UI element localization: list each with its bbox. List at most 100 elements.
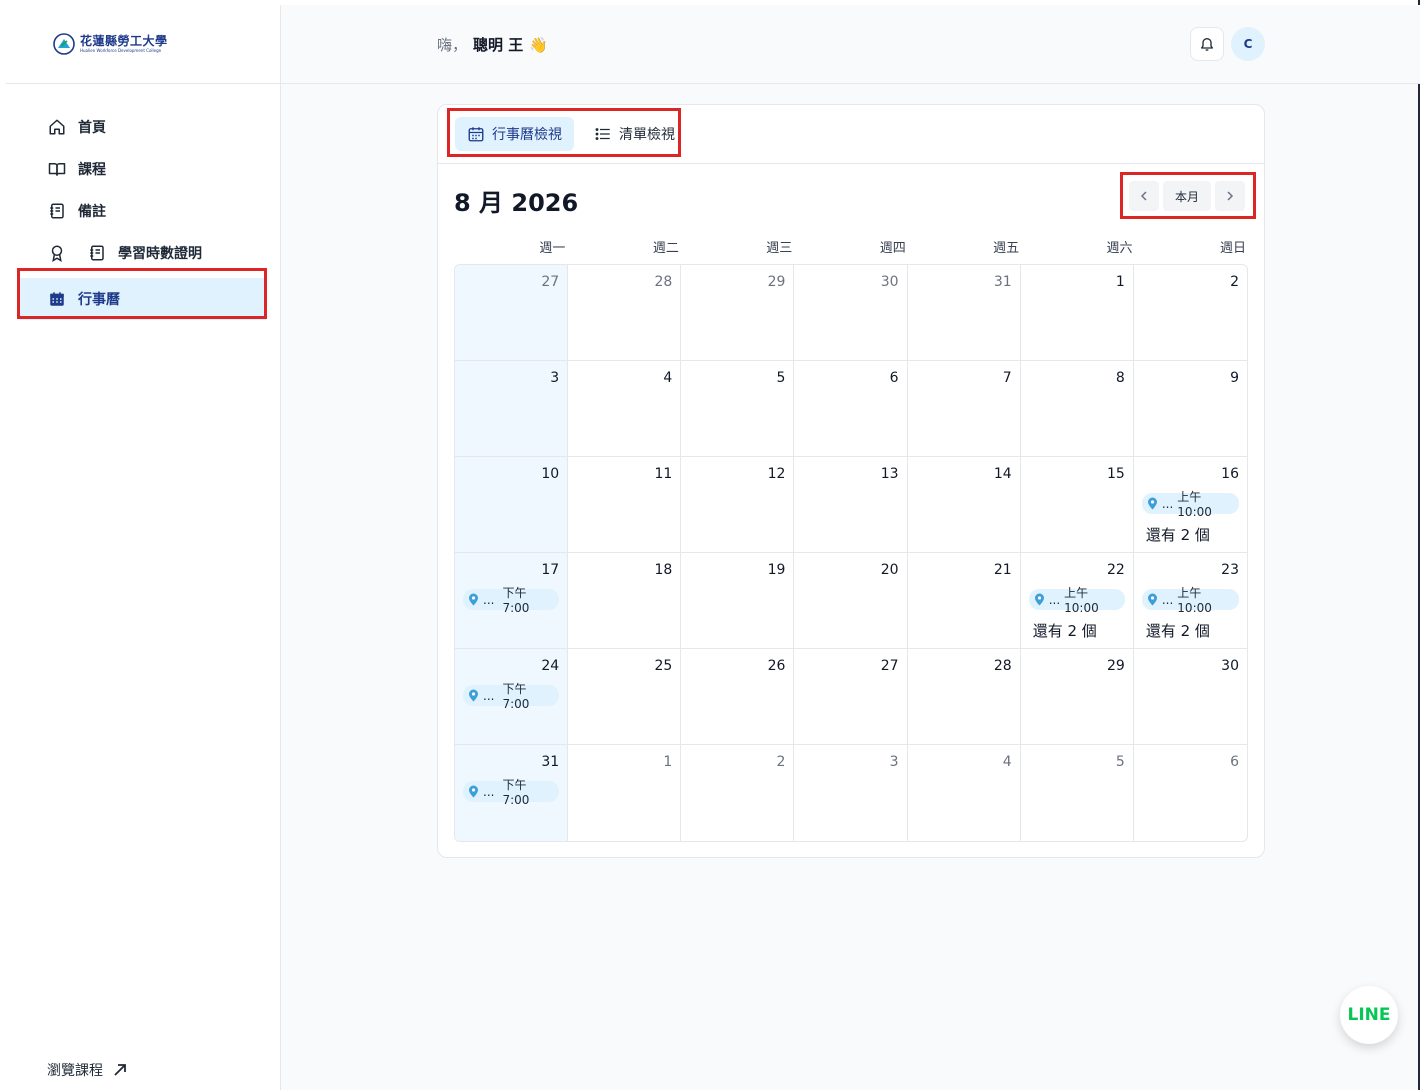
calendar-event-chip[interactable]: ... 下午 7:00 xyxy=(463,682,560,711)
calendar-day-cell[interactable]: 28 xyxy=(568,265,682,361)
calendar-day-cell[interactable]: 3 xyxy=(455,361,569,457)
calendar-day-cell[interactable]: 26 xyxy=(681,649,795,745)
day-number: 10 xyxy=(541,466,560,482)
event-title: ... xyxy=(483,784,495,799)
calendar-day-cell[interactable]: 28 xyxy=(907,649,1021,745)
calendar-day-cell[interactable]: 6 xyxy=(794,361,908,457)
calendar-event-chip[interactable]: ... 下午 7:00 xyxy=(463,778,560,807)
event-time: 上午 10:00 xyxy=(1064,586,1099,615)
calendar-day-cell[interactable]: 1 xyxy=(568,745,682,841)
line-chat-button[interactable]: LINE xyxy=(1340,986,1398,1044)
logo-icon xyxy=(53,33,75,55)
day-number: 4 xyxy=(1002,754,1012,770)
more-events-link[interactable]: 還有 2 個 xyxy=(1033,620,1097,641)
weekday-label: 週五 xyxy=(993,241,1020,256)
calendar-day-cell[interactable]: 31 xyxy=(907,265,1021,361)
more-events-link[interactable]: 還有 2 個 xyxy=(1146,620,1210,641)
calendar-day-cell[interactable]: 1 xyxy=(1020,265,1134,361)
event-title: ... xyxy=(483,688,495,703)
calendar-day-cell[interactable]: 30 xyxy=(1133,649,1247,745)
book-open-icon xyxy=(48,163,66,176)
calendar-day-cell[interactable]: 4 xyxy=(908,745,1021,841)
calendar-day-cell[interactable]: 4 xyxy=(568,361,682,457)
calendar-day-cell[interactable]: 30 xyxy=(794,265,908,361)
sidebar-item-courses[interactable]: 課程 xyxy=(6,148,280,190)
day-number: 8 xyxy=(1115,370,1125,386)
calendar-day-cell[interactable]: 5 xyxy=(681,361,795,457)
weekday-label: 週日 xyxy=(1219,241,1246,256)
day-number: 14 xyxy=(993,466,1012,482)
calendar-day-cell[interactable]: 7 xyxy=(907,361,1021,457)
calendar-day-cell[interactable]: 5 xyxy=(1021,745,1134,841)
calendar-day-cell[interactable]: 24... 下午 7:00 xyxy=(455,649,569,745)
home-icon xyxy=(49,119,65,135)
calendar-day-cell[interactable]: 10 xyxy=(455,457,569,553)
calendar-day-cell[interactable]: 3 xyxy=(794,745,908,841)
calendar-event-chip[interactable]: ... 上午 10:00 xyxy=(1141,586,1239,615)
day-number: 2 xyxy=(776,754,786,770)
day-number: 2 xyxy=(1230,274,1239,290)
day-number: 31 xyxy=(541,754,560,770)
day-number: 30 xyxy=(880,274,899,290)
day-number: 29 xyxy=(1107,658,1125,674)
calendar-day-cell[interactable]: 19 xyxy=(681,553,795,649)
calendar-day-cell[interactable]: 9 xyxy=(1133,361,1247,457)
event-time: 上午 10:00 xyxy=(1177,586,1212,615)
notebook-icon xyxy=(50,203,64,219)
day-number: 5 xyxy=(1115,754,1125,770)
map-pin-icon xyxy=(469,593,478,606)
event-title: ... xyxy=(1161,592,1174,607)
calendar-day-cell[interactable]: 17... 下午 7:00 xyxy=(455,553,569,649)
day-number: 4 xyxy=(663,370,673,386)
sidebar-item-label: 首頁 xyxy=(78,120,106,136)
day-number: 23 xyxy=(1221,562,1239,578)
sidebar-item-home[interactable]: 首頁 xyxy=(6,106,280,148)
sidebar-item-label: 課程 xyxy=(78,162,106,178)
day-number: 11 xyxy=(654,466,673,482)
day-number: 28 xyxy=(654,274,673,290)
calendar-day-cell[interactable]: 31 ... 下午 7:00 xyxy=(455,745,569,841)
calendar-day-cell[interactable]: 27 xyxy=(794,649,908,745)
notifications-button[interactable] xyxy=(1190,27,1224,61)
sidebar-item-label: 學習時數證明 xyxy=(118,246,202,262)
calendar-event-chip[interactable]: ... 上午 10:00 xyxy=(1141,490,1239,519)
event-title: ... xyxy=(1048,592,1061,607)
map-pin-icon xyxy=(469,689,478,702)
calendar-day-cell[interactable]: 14 xyxy=(907,457,1021,553)
calendar-day-cell[interactable]: 27 xyxy=(455,265,569,361)
calendar-day-cell[interactable]: 13 xyxy=(794,457,908,553)
logo[interactable]: 花蓮縣勞工大學 Hualien Workforce Development Co… xyxy=(52,32,168,56)
event-time: 下午 7:00 xyxy=(502,682,530,711)
more-events-link[interactable]: 還有 2 個 xyxy=(1146,524,1210,545)
month-title: 8 月 2026 xyxy=(454,189,579,217)
calendar-day-cell[interactable]: 29 xyxy=(681,265,795,361)
calendar-day-cell[interactable]: 21 xyxy=(907,553,1021,649)
calendar-day-cell[interactable]: 22... 上午 10:00 還有 2 個 xyxy=(1020,553,1134,649)
calendar-day-cell[interactable]: 12 xyxy=(681,457,795,553)
day-number: 1 xyxy=(1115,274,1125,290)
calendar-day-cell[interactable]: 11 xyxy=(568,457,682,553)
calendar-day-cell[interactable]: 18 xyxy=(568,553,682,649)
map-pin-icon xyxy=(1147,497,1157,510)
day-number: 6 xyxy=(1230,754,1239,770)
calendar-day-cell[interactable]: 20 xyxy=(794,553,908,649)
calendar-day-cell[interactable]: 23... 上午 10:00 還有 2 個 xyxy=(1133,553,1247,649)
calendar-day-cell[interactable]: 2 xyxy=(681,745,795,841)
calendar-event-chip[interactable]: ... 下午 7:00 xyxy=(463,586,560,615)
user-name: 聰明 王 xyxy=(473,36,524,54)
calendar-day-cell[interactable]: 25 xyxy=(568,649,682,745)
logo-area: 花蓮縣勞工大學 Hualien Workforce Development Co… xyxy=(6,5,280,84)
browse-courses-link[interactable]: 瀏覽課程 xyxy=(47,1060,127,1080)
sidebar-item-notes[interactable]: 備註 xyxy=(6,190,280,232)
calendar-day-cell[interactable]: 16... 上午 10:00 還有 2 個 xyxy=(1133,457,1247,553)
day-number: 24 xyxy=(541,658,560,674)
calendar-day-cell[interactable]: 15 xyxy=(1020,457,1134,553)
calendar-event-chip[interactable]: ... 上午 10:00 xyxy=(1028,586,1125,615)
calendar-day-cell[interactable]: 29 xyxy=(1020,649,1134,745)
calendar-day-cell[interactable]: 6 xyxy=(1134,745,1247,841)
calendar-day-cell[interactable]: 8 xyxy=(1020,361,1134,457)
calendar-day-cell[interactable]: 2 xyxy=(1133,265,1247,361)
day-number: 29 xyxy=(767,274,786,290)
weekday-label: 週一 xyxy=(539,241,566,256)
avatar[interactable]: C xyxy=(1231,27,1265,61)
